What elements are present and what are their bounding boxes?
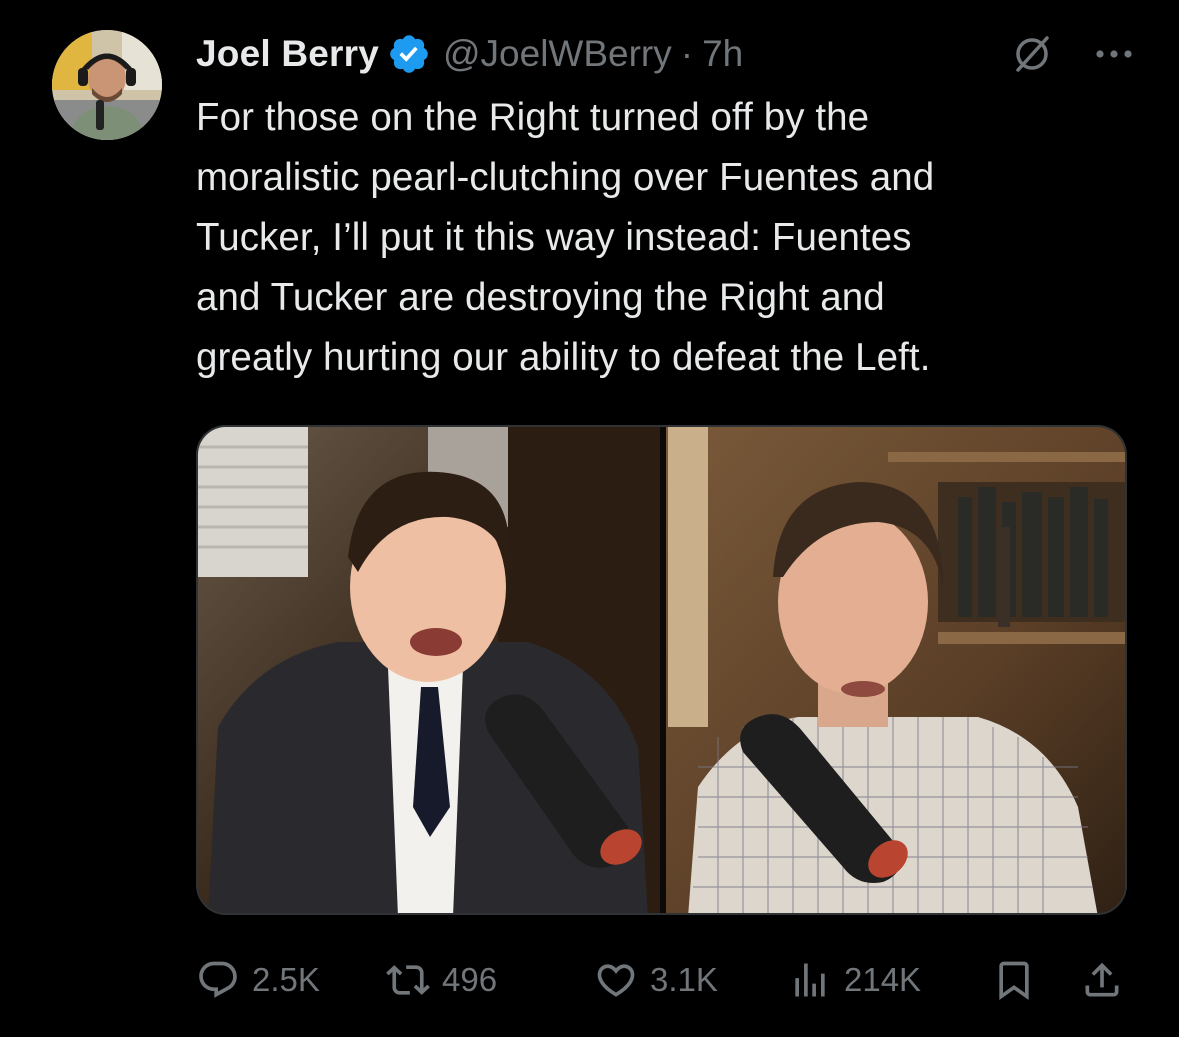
tweet-media[interactable] (196, 425, 1127, 915)
bookmark-icon (992, 958, 1036, 1002)
tweet-header: Joel Berry @JoelWBerry · 7h (196, 26, 1136, 82)
heart-icon (594, 958, 638, 1002)
more-icon[interactable] (1092, 32, 1136, 76)
header-actions (1010, 26, 1136, 82)
avatar-image (52, 30, 162, 140)
tweet-timestamp[interactable]: 7h (702, 33, 743, 75)
reply-button[interactable]: 2.5K (196, 958, 320, 1002)
media-image (198, 427, 1125, 913)
views-icon (788, 958, 832, 1002)
tweet-text: For those on the Right turned off by the… (196, 96, 935, 379)
share-icon (1080, 958, 1124, 1002)
bookmark-button[interactable] (992, 958, 1048, 1002)
like-button[interactable]: 3.1K (594, 958, 718, 1002)
repost-icon (386, 958, 430, 1002)
views-button[interactable]: 214K (788, 958, 921, 1002)
action-bar: 2.5K 496 3.1K 214K (196, 950, 1126, 1010)
verified-badge-icon[interactable] (387, 32, 431, 76)
share-button[interactable] (1080, 958, 1136, 1002)
reply-icon (196, 958, 240, 1002)
views-count: 214K (844, 961, 922, 998)
like-count: 3.1K (650, 961, 718, 998)
repost-count: 496 (442, 961, 498, 998)
author-name[interactable]: Joel Berry (196, 33, 379, 75)
grok-icon[interactable] (1010, 32, 1054, 76)
repost-button[interactable]: 496 (386, 958, 497, 1002)
author-handle[interactable]: @JoelWBerry (443, 33, 672, 75)
separator-dot: · (680, 33, 694, 74)
reply-count: 2.5K (252, 961, 320, 998)
author-avatar[interactable] (52, 30, 162, 140)
